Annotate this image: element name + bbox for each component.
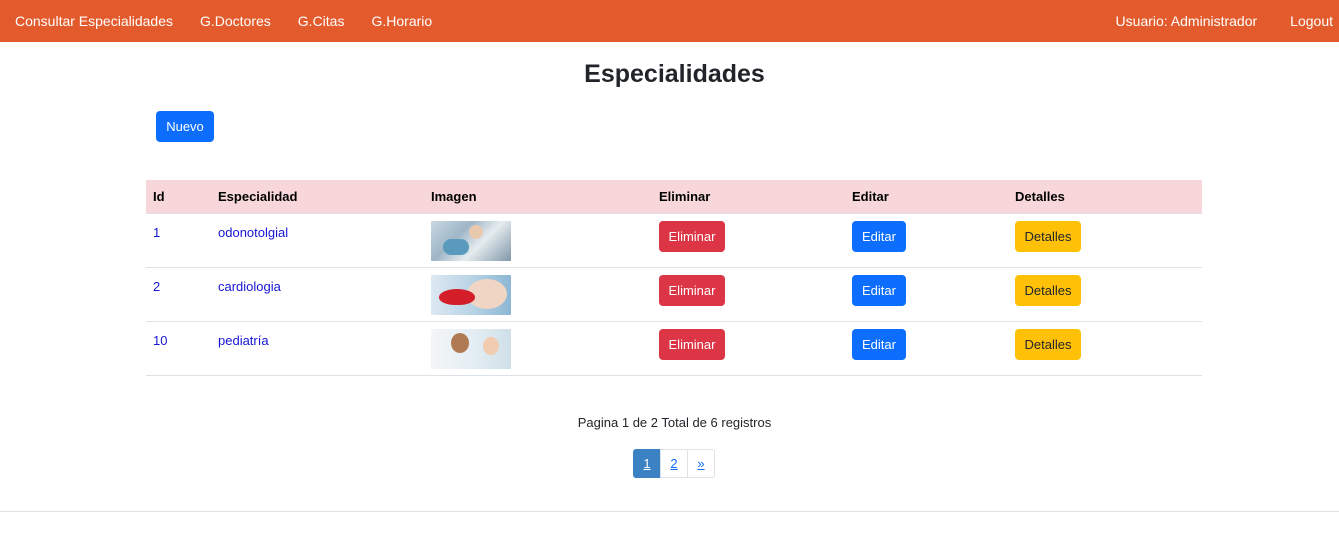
header-especialidad: Especialidad [211, 180, 424, 214]
delete-button[interactable]: Eliminar [659, 274, 725, 306]
header-detalles: Detalles [1008, 180, 1202, 214]
row-eliminar-cell: Eliminar [652, 213, 845, 268]
edit-button[interactable]: Editar [852, 274, 906, 306]
table-row: 10 pediatría Eliminar Editar Detalles [146, 321, 1202, 376]
row-detalles-cell: Detalles [1008, 267, 1202, 322]
edit-button[interactable]: Editar [852, 328, 906, 360]
row-editar-cell: Editar [845, 321, 1008, 376]
specialties-table: Id Especialidad Imagen Eliminar Editar D… [146, 180, 1202, 376]
row-image-cell [424, 213, 652, 268]
pediatrics-photo-image [431, 328, 511, 369]
page-title: Especialidades [584, 60, 765, 88]
row-especialidad[interactable]: cardiologia [211, 267, 424, 322]
row-especialidad[interactable]: odonotolgial [211, 213, 424, 268]
top-navbar: Consultar Especialidades G.Doctores G.Ci… [0, 0, 1339, 42]
details-button[interactable]: Detalles [1015, 274, 1081, 306]
cardiology-photo-image [431, 274, 511, 315]
row-image-cell [424, 321, 652, 376]
nav-logout[interactable]: Logout [1290, 13, 1333, 29]
row-especialidad[interactable]: pediatría [211, 321, 424, 376]
details-button[interactable]: Detalles [1015, 220, 1081, 252]
row-id[interactable]: 1 [146, 213, 211, 268]
nav-horario[interactable]: G.Horario [371, 13, 432, 29]
header-imagen: Imagen [424, 180, 652, 214]
table-row: 2 cardiologia Eliminar Editar Detalles [146, 267, 1202, 322]
row-eliminar-cell: Eliminar [652, 321, 845, 376]
row-id[interactable]: 10 [146, 321, 211, 376]
table-row: 1 odonotolgial Eliminar Editar Detalles [146, 213, 1202, 268]
pagination: 1 2 » [633, 449, 715, 478]
header-id: Id [146, 180, 211, 214]
row-detalles-cell: Detalles [1008, 321, 1202, 376]
row-detalles-cell: Detalles [1008, 213, 1202, 268]
page-2-link[interactable]: 2 [660, 449, 688, 478]
new-button[interactable]: Nuevo [156, 111, 214, 142]
edit-button[interactable]: Editar [852, 220, 906, 252]
row-id[interactable]: 2 [146, 267, 211, 322]
page-1-link[interactable]: 1 [633, 449, 661, 478]
nav-right-group: Usuario: Administrador Logout [1089, 0, 1339, 42]
delete-button[interactable]: Eliminar [659, 328, 725, 360]
nav-left-group: Consultar Especialidades G.Doctores G.Ci… [0, 0, 444, 42]
details-button[interactable]: Detalles [1015, 328, 1081, 360]
table-header-row: Id Especialidad Imagen Eliminar Editar D… [146, 180, 1202, 214]
nav-citas[interactable]: G.Citas [298, 13, 345, 29]
next-page-link[interactable]: » [687, 449, 715, 478]
dental-photo-image [431, 220, 511, 261]
row-image-cell [424, 267, 652, 322]
footer-divider [0, 511, 1339, 512]
nav-consultar-especialidades[interactable]: Consultar Especialidades [15, 13, 173, 29]
delete-button[interactable]: Eliminar [659, 220, 725, 252]
row-editar-cell: Editar [845, 267, 1008, 322]
nav-doctores[interactable]: G.Doctores [200, 13, 271, 29]
row-editar-cell: Editar [845, 213, 1008, 268]
nav-user[interactable]: Usuario: Administrador [1116, 13, 1258, 29]
row-eliminar-cell: Eliminar [652, 267, 845, 322]
header-eliminar: Eliminar [652, 180, 845, 214]
header-editar: Editar [845, 180, 1008, 214]
pagination-summary: Pagina 1 de 2 Total de 6 registros [577, 415, 772, 430]
